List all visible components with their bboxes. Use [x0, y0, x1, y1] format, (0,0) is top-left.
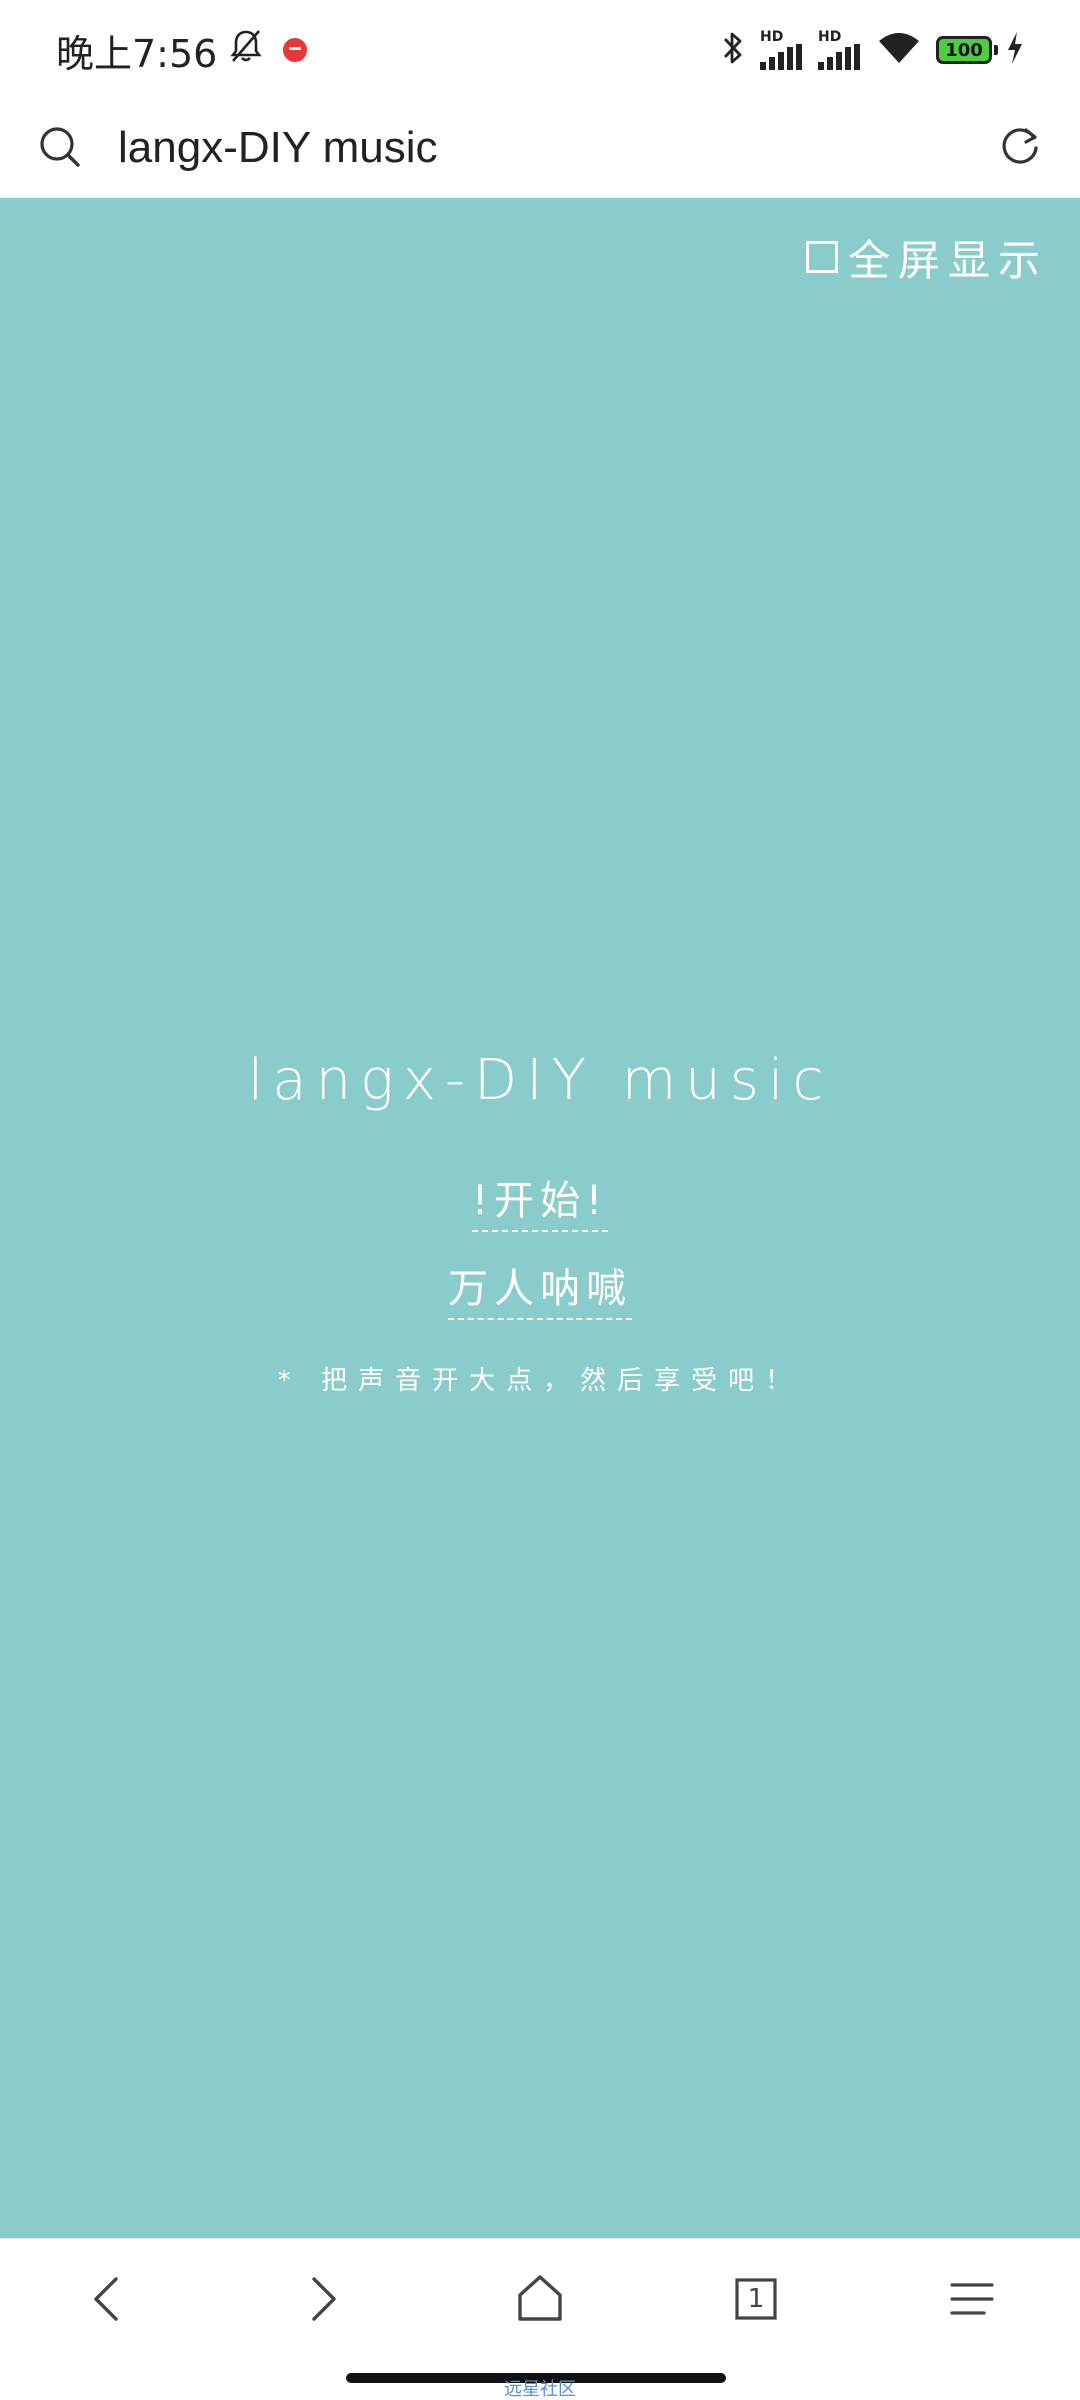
site-title: langx-DIY music [247, 1048, 833, 1113]
status-bar: 晚上7:56 HD HD 100 [0, 0, 1080, 100]
status-right: HD HD 100 [720, 28, 1024, 72]
shout-link[interactable]: 万人呐喊 [448, 1256, 632, 1320]
shout-link-row: 万人呐喊 [0, 1256, 1080, 1320]
tab-count: 1 [747, 2284, 765, 2314]
web-content: 全屏显示 langx-DIY music !开始! 万人呐喊 * 把声音开大点，… [0, 198, 1080, 2238]
app-notification-icon [283, 38, 308, 62]
search-icon[interactable] [38, 118, 82, 178]
bluetooth-icon [720, 29, 746, 71]
signal-hd-2-icon: HD [818, 30, 862, 70]
start-link-row: !开始! [0, 1168, 1080, 1232]
bell-off-icon [227, 27, 265, 74]
status-time: 晚上7:56 [56, 31, 218, 76]
reload-icon[interactable] [996, 118, 1044, 178]
signal-hd-2-label: HD [818, 29, 842, 45]
start-link[interactable]: !开始! [471, 1168, 609, 1232]
bottom-nav: 1 [0, 2238, 1080, 2359]
back-button[interactable] [68, 2259, 148, 2339]
url-text[interactable]: langx-DIY music [118, 120, 438, 176]
forward-icon [312, 2277, 336, 2321]
home-button[interactable] [500, 2259, 580, 2339]
home-icon [518, 2275, 562, 2321]
volume-hint: * 把声音开大点，然后享受吧！ [277, 1366, 803, 1396]
signal-hd-1-label: HD [760, 29, 784, 45]
fullscreen-checkbox[interactable] [805, 241, 838, 273]
battery-level: 100 [945, 39, 983, 61]
fullscreen-toggle[interactable]: 全屏显示 [805, 232, 1048, 285]
menu-button[interactable] [932, 2259, 1012, 2339]
fullscreen-label[interactable]: 全屏显示 [848, 227, 1048, 288]
menu-icon [950, 2283, 994, 2315]
charging-icon [1006, 32, 1024, 68]
battery-icon: 100 [936, 36, 998, 64]
signal-hd-1-icon: HD [760, 30, 804, 70]
forward-button[interactable] [282, 2259, 362, 2339]
tabs-button[interactable]: 1 [716, 2259, 796, 2339]
status-left: 晚上7:56 [56, 26, 308, 76]
address-bar[interactable]: langx-DIY music [0, 100, 1080, 198]
footer-link[interactable]: 远星社区 [0, 2380, 1080, 2400]
wifi-icon [876, 31, 922, 69]
back-icon [94, 2277, 118, 2321]
